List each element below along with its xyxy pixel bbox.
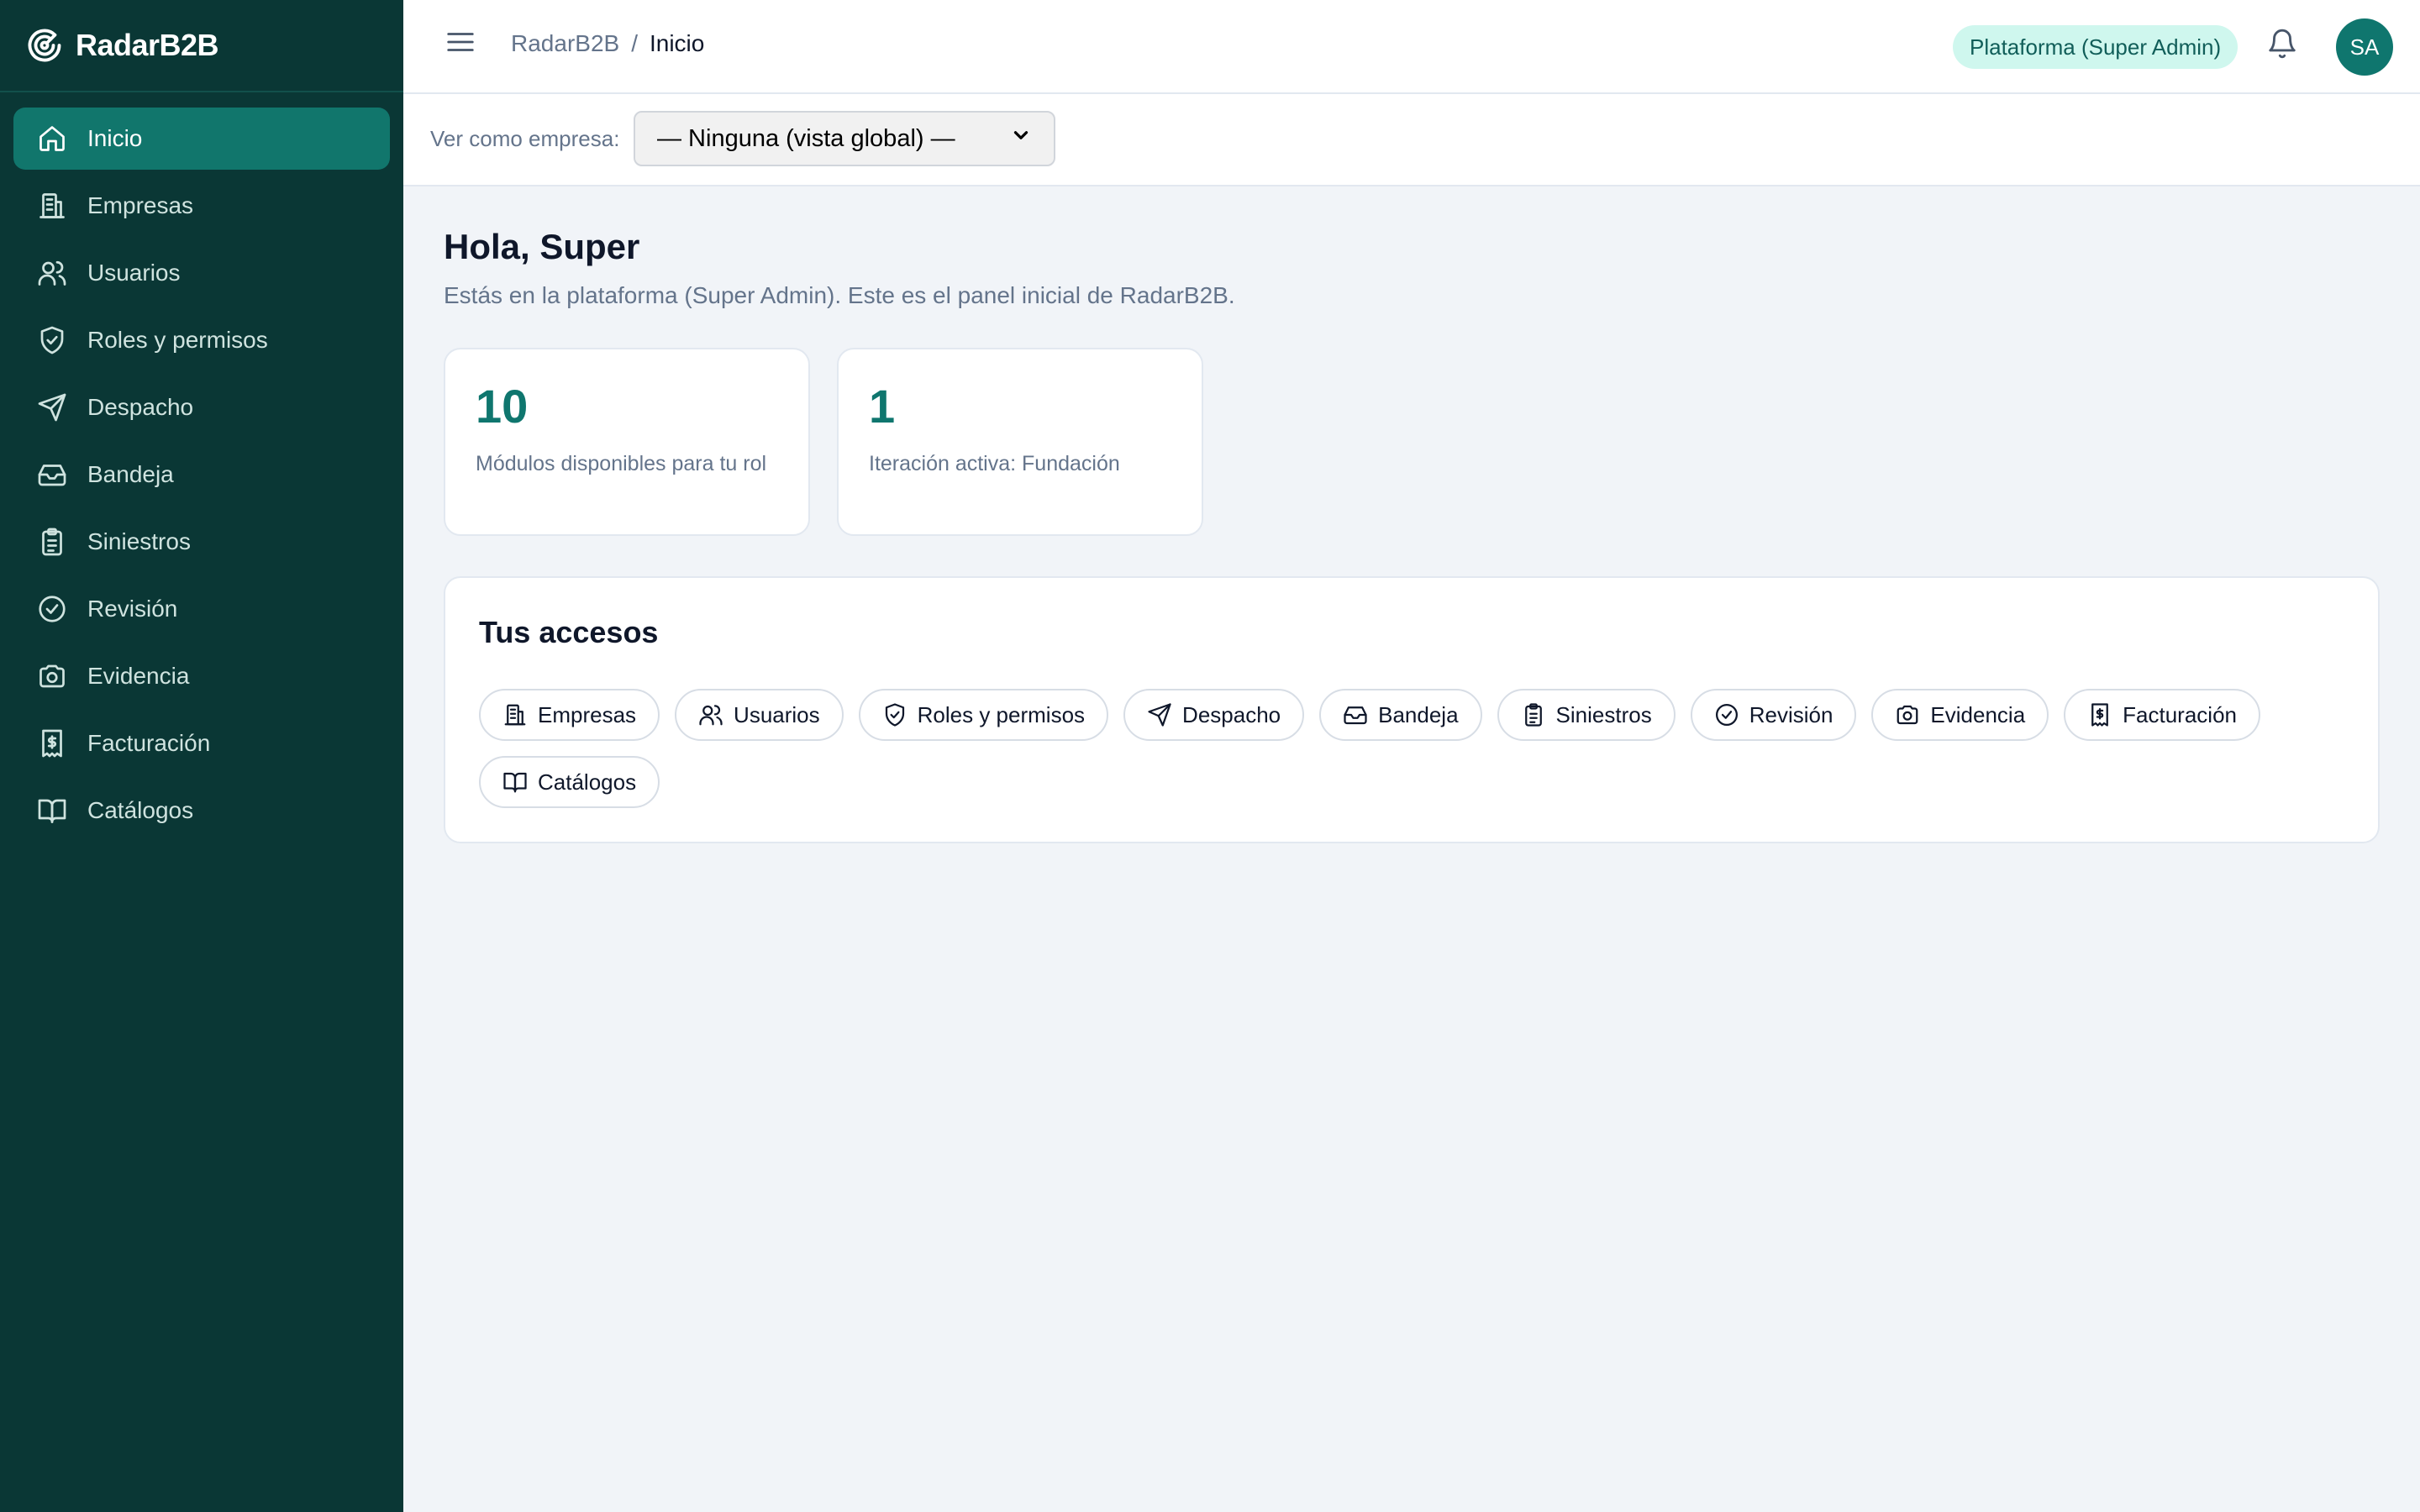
access-chip-empresas[interactable]: Empresas: [479, 689, 660, 741]
stat-value: 10: [476, 380, 529, 433]
inbox-icon: [1343, 702, 1368, 727]
building-icon: [502, 702, 528, 727]
receipt-icon: [37, 728, 67, 759]
sidebar-item-label: Facturación: [87, 730, 211, 756]
hamburger-icon: [445, 26, 476, 62]
shield-icon: [882, 702, 908, 727]
sidebar-item-revision[interactable]: Revisión: [13, 578, 390, 640]
access-chip-evidencia[interactable]: Evidencia: [1871, 689, 2049, 741]
sidebar-item-despacho[interactable]: Despacho: [13, 376, 390, 438]
chip-label: Evidencia: [1930, 701, 2026, 727]
company-select-value: — Ninguna (vista global) —: [657, 124, 955, 152]
page-title: Hola, Super: [444, 227, 640, 266]
sidebar-item-label: Roles y permisos: [87, 327, 268, 353]
users-icon: [37, 258, 67, 288]
sidebar: RadarB2B Inicio Empresas Usuarios Roles …: [0, 0, 403, 1512]
send-icon: [1147, 702, 1172, 727]
access-chip-despacho[interactable]: Despacho: [1123, 689, 1305, 741]
check-circle-icon: [1714, 702, 1739, 727]
sidebar-item-bandeja[interactable]: Bandeja: [13, 444, 390, 506]
sidebar-item-label: Empresas: [87, 192, 194, 218]
sidebar-item-label: Siniestros: [87, 528, 191, 554]
sidebar-item-label: Inicio: [87, 125, 143, 151]
access-chip-catalogos[interactable]: Catálogos: [479, 756, 660, 808]
camera-icon: [1895, 702, 1920, 727]
check-circle-icon: [37, 594, 67, 624]
camera-icon: [37, 661, 67, 691]
sidebar-item-siniestros[interactable]: Siniestros: [13, 511, 390, 573]
chip-label: Empresas: [538, 701, 637, 727]
sidebar-item-facturacion[interactable]: Facturación: [13, 712, 390, 774]
stat-card-iteration: 1 Iteración activa: Fundación: [837, 348, 1203, 536]
clipboard-icon: [1521, 702, 1546, 727]
stat-value: 1: [869, 380, 896, 433]
access-chip-revision[interactable]: Revisión: [1690, 689, 1857, 741]
sidebar-item-inicio[interactable]: Inicio: [13, 108, 390, 170]
company-bar: Ver como empresa: — Ninguna (vista globa…: [403, 94, 2420, 186]
access-chip-bandeja[interactable]: Bandeja: [1319, 689, 1482, 741]
avatar[interactable]: SA: [2336, 18, 2393, 76]
sidebar-item-usuarios[interactable]: Usuarios: [13, 242, 390, 304]
receipt-icon: [2087, 702, 2112, 727]
chip-label: Catálogos: [538, 769, 637, 795]
access-chips: Empresas Usuarios Roles y permisos Despa…: [479, 689, 2361, 808]
sidebar-item-evidencia[interactable]: Evidencia: [13, 645, 390, 707]
chip-label: Roles y permisos: [917, 701, 1086, 727]
chip-label: Bandeja: [1378, 701, 1459, 727]
page-subtitle: Estás en la plataforma (Super Admin). Es…: [444, 282, 1235, 308]
access-chip-facturacion[interactable]: Facturación: [2064, 689, 2260, 741]
access-title: Tus accesos: [479, 615, 659, 649]
breadcrumb-parent[interactable]: RadarB2B: [511, 30, 619, 57]
home-icon: [37, 123, 67, 154]
sidebar-item-catalogos[interactable]: Catálogos: [13, 780, 390, 842]
breadcrumb-separator: /: [631, 30, 638, 56]
chip-label: Revisión: [1749, 701, 1833, 727]
sidebar-item-label: Catálogos: [87, 797, 194, 823]
chevron-down-icon: [1010, 124, 1032, 153]
stat-card-modules: 10 Módulos disponibles para tu rol: [444, 348, 810, 536]
chip-label: Siniestros: [1555, 701, 1652, 727]
book-icon: [37, 795, 67, 826]
sidebar-item-label: Revisión: [87, 596, 178, 622]
stat-label: Iteración activa: Fundación: [869, 452, 1120, 475]
brand[interactable]: RadarB2B: [0, 0, 403, 92]
radar-logo-icon: [27, 28, 62, 63]
access-chip-roles[interactable]: Roles y permisos: [858, 689, 1109, 741]
role-badge: Plataforma (Super Admin): [1953, 25, 2238, 69]
book-icon: [502, 769, 528, 795]
building-icon: [37, 191, 67, 221]
sidebar-item-label: Evidencia: [87, 663, 190, 689]
brand-name: RadarB2B: [76, 28, 219, 62]
company-select-label: Ver como empresa:: [430, 126, 620, 151]
send-icon: [37, 392, 67, 423]
topbar: RadarB2B / Inicio Plataforma (Super Admi…: [403, 0, 2420, 94]
access-card: Tus accesos Empresas Usuarios Roles y pe…: [444, 576, 2380, 843]
stat-label: Módulos disponibles para tu rol: [476, 452, 767, 475]
clipboard-icon: [37, 527, 67, 557]
chip-label: Facturación: [2123, 701, 2237, 727]
sidebar-item-empresas[interactable]: Empresas: [13, 175, 390, 237]
access-chip-usuarios[interactable]: Usuarios: [675, 689, 844, 741]
notifications-button[interactable]: [2262, 25, 2302, 66]
sidebar-item-label: Despacho: [87, 394, 194, 420]
breadcrumb-current: Inicio: [649, 30, 705, 56]
sidebar-nav: Inicio Empresas Usuarios Roles y permiso…: [0, 92, 403, 862]
sidebar-item-label: Usuarios: [87, 260, 181, 286]
chip-label: Usuarios: [734, 701, 820, 727]
menu-toggle-button[interactable]: [440, 24, 481, 64]
breadcrumb: RadarB2B / Inicio: [511, 30, 704, 57]
sidebar-item-label: Bandeja: [87, 461, 174, 487]
shield-icon: [37, 325, 67, 355]
bell-icon: [2266, 28, 2298, 64]
company-select[interactable]: — Ninguna (vista global) —: [634, 111, 1055, 166]
inbox-icon: [37, 459, 67, 490]
sidebar-item-roles[interactable]: Roles y permisos: [13, 309, 390, 371]
users-icon: [698, 702, 723, 727]
access-chip-siniestros[interactable]: Siniestros: [1497, 689, 1676, 741]
chip-label: Despacho: [1182, 701, 1281, 727]
